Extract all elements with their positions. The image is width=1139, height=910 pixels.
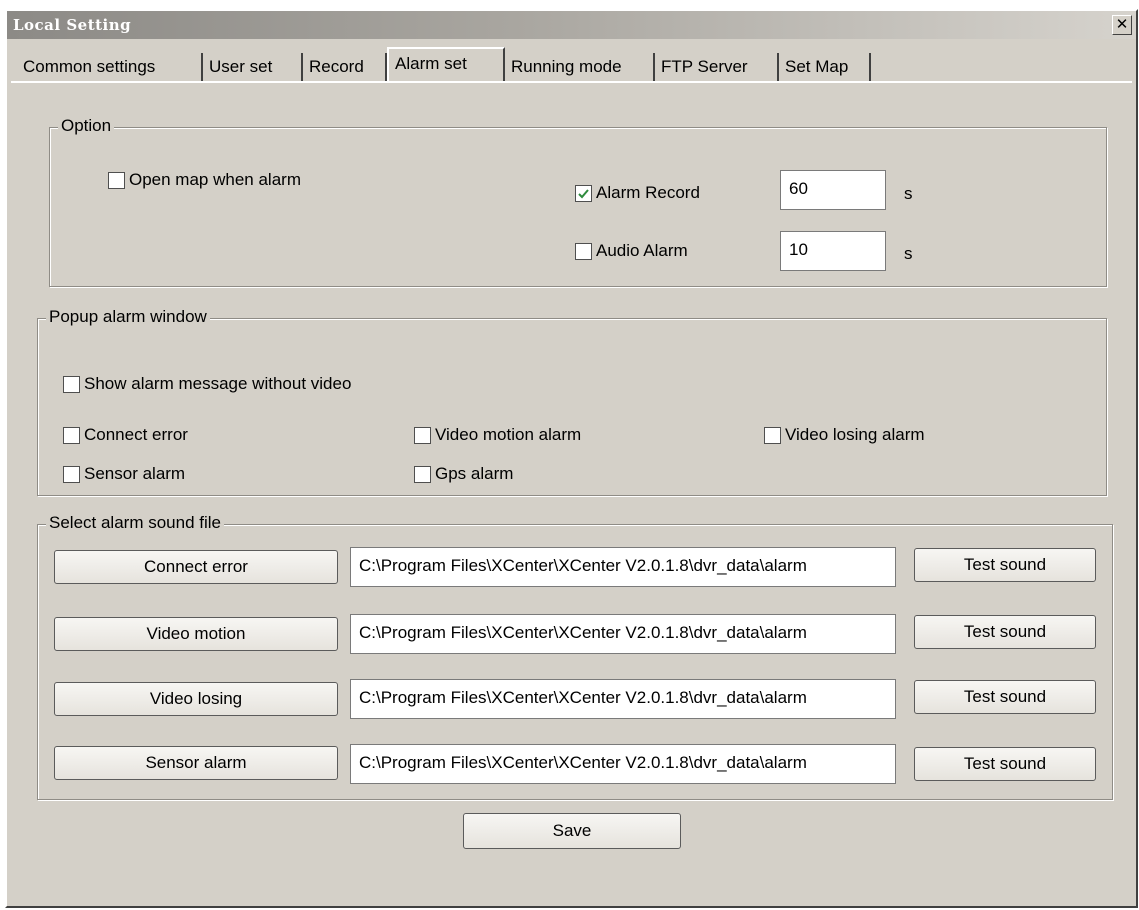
sensor-alarm-checkbox[interactable]: Sensor alarm: [63, 464, 185, 484]
connect-error-checkbox[interactable]: Connect error: [63, 425, 188, 445]
checkbox-label: Alarm Record: [596, 183, 700, 202]
sensor-alarm-sound-button[interactable]: Sensor alarm: [54, 746, 338, 780]
alarm-record-unit: s: [904, 184, 913, 203]
checkbox-label: Video losing alarm: [785, 425, 925, 444]
audio-alarm-unit: s: [904, 244, 913, 263]
sensor-alarm-test-sound-button[interactable]: Test sound: [914, 747, 1096, 781]
tab-user-set[interactable]: User set: [203, 53, 303, 81]
show-alarm-message-without-video-checkbox[interactable]: Show alarm message without video: [63, 374, 351, 394]
open-map-when-alarm-checkbox[interactable]: Open map when alarm: [108, 170, 301, 190]
checkbox-label: Show alarm message without video: [84, 374, 352, 393]
video-losing-sound-path-input[interactable]: C:\Program Files\XCenter\XCenter V2.0.1.…: [350, 679, 896, 719]
popup-alarm-window-group: Popup alarm window Show alarm message wi…: [37, 306, 1107, 496]
tab-running-mode[interactable]: Running mode: [505, 53, 655, 81]
video-motion-sound-path-input[interactable]: C:\Program Files\XCenter\XCenter V2.0.1.…: [350, 614, 896, 654]
checkbox-box[interactable]: [414, 426, 431, 444]
option-legend: Option: [58, 115, 115, 137]
checkbox-box[interactable]: [764, 426, 781, 444]
tab-ftp-server[interactable]: FTP Server: [655, 53, 779, 81]
tab-record[interactable]: Record: [303, 53, 387, 81]
checkbox-label: Video motion alarm: [435, 425, 582, 444]
checkbox-label: Sensor alarm: [84, 464, 186, 483]
close-icon[interactable]: ✕: [1112, 15, 1132, 35]
checkbox-label: Audio Alarm: [596, 241, 688, 260]
check-mark-icon: [578, 188, 589, 198]
video-motion-sound-button[interactable]: Video motion: [54, 617, 338, 651]
local-setting-dialog: Local Setting ✕ Common settings User set…: [5, 9, 1138, 908]
video-losing-sound-button[interactable]: Video losing: [54, 682, 338, 716]
popup-legend: Popup alarm window: [46, 306, 210, 328]
video-losing-alarm-checkbox[interactable]: Video losing alarm: [764, 425, 925, 445]
video-motion-test-sound-button[interactable]: Test sound: [914, 615, 1096, 649]
checkbox-box[interactable]: [575, 184, 592, 202]
save-button[interactable]: Save: [463, 813, 681, 849]
audio-alarm-seconds-input[interactable]: 10: [780, 231, 886, 271]
connect-error-test-sound-button[interactable]: Test sound: [914, 548, 1096, 582]
checkbox-box[interactable]: [575, 242, 592, 260]
connect-error-sound-button[interactable]: Connect error: [54, 550, 338, 584]
alarm-record-seconds-input[interactable]: 60: [780, 170, 886, 210]
tab-alarm-set[interactable]: Alarm set: [387, 47, 505, 83]
option-group: Option Open map when alarm Alarm Record …: [49, 115, 1107, 287]
audio-alarm-checkbox[interactable]: Audio Alarm: [575, 241, 688, 261]
sound-legend: Select alarm sound file: [46, 512, 224, 534]
checkbox-box[interactable]: [63, 375, 80, 393]
checkbox-box[interactable]: [63, 465, 80, 483]
tab-set-map[interactable]: Set Map: [779, 53, 871, 81]
tab-panel-border: [11, 81, 1132, 83]
alarm-sound-file-group: Select alarm sound file Connect error C:…: [37, 512, 1113, 800]
checkbox-label: Open map when alarm: [129, 170, 301, 189]
alarm-record-checkbox[interactable]: Alarm Record: [575, 183, 700, 203]
window-title: Local Setting: [13, 16, 132, 34]
gps-alarm-checkbox[interactable]: Gps alarm: [414, 464, 513, 484]
checkbox-box[interactable]: [108, 171, 125, 189]
checkbox-box[interactable]: [414, 465, 431, 483]
tab-common-settings[interactable]: Common settings: [17, 53, 203, 81]
checkbox-box[interactable]: [63, 426, 80, 444]
checkbox-label: Connect error: [84, 425, 188, 444]
checkbox-label: Gps alarm: [435, 464, 514, 483]
connect-error-sound-path-input[interactable]: C:\Program Files\XCenter\XCenter V2.0.1.…: [350, 547, 896, 587]
video-losing-test-sound-button[interactable]: Test sound: [914, 680, 1096, 714]
title-bar[interactable]: Local Setting ✕: [7, 11, 1136, 39]
video-motion-alarm-checkbox[interactable]: Video motion alarm: [414, 425, 581, 445]
tab-strip: Common settings User set Record Alarm se…: [7, 47, 1136, 83]
sensor-alarm-sound-path-input[interactable]: C:\Program Files\XCenter\XCenter V2.0.1.…: [350, 744, 896, 784]
